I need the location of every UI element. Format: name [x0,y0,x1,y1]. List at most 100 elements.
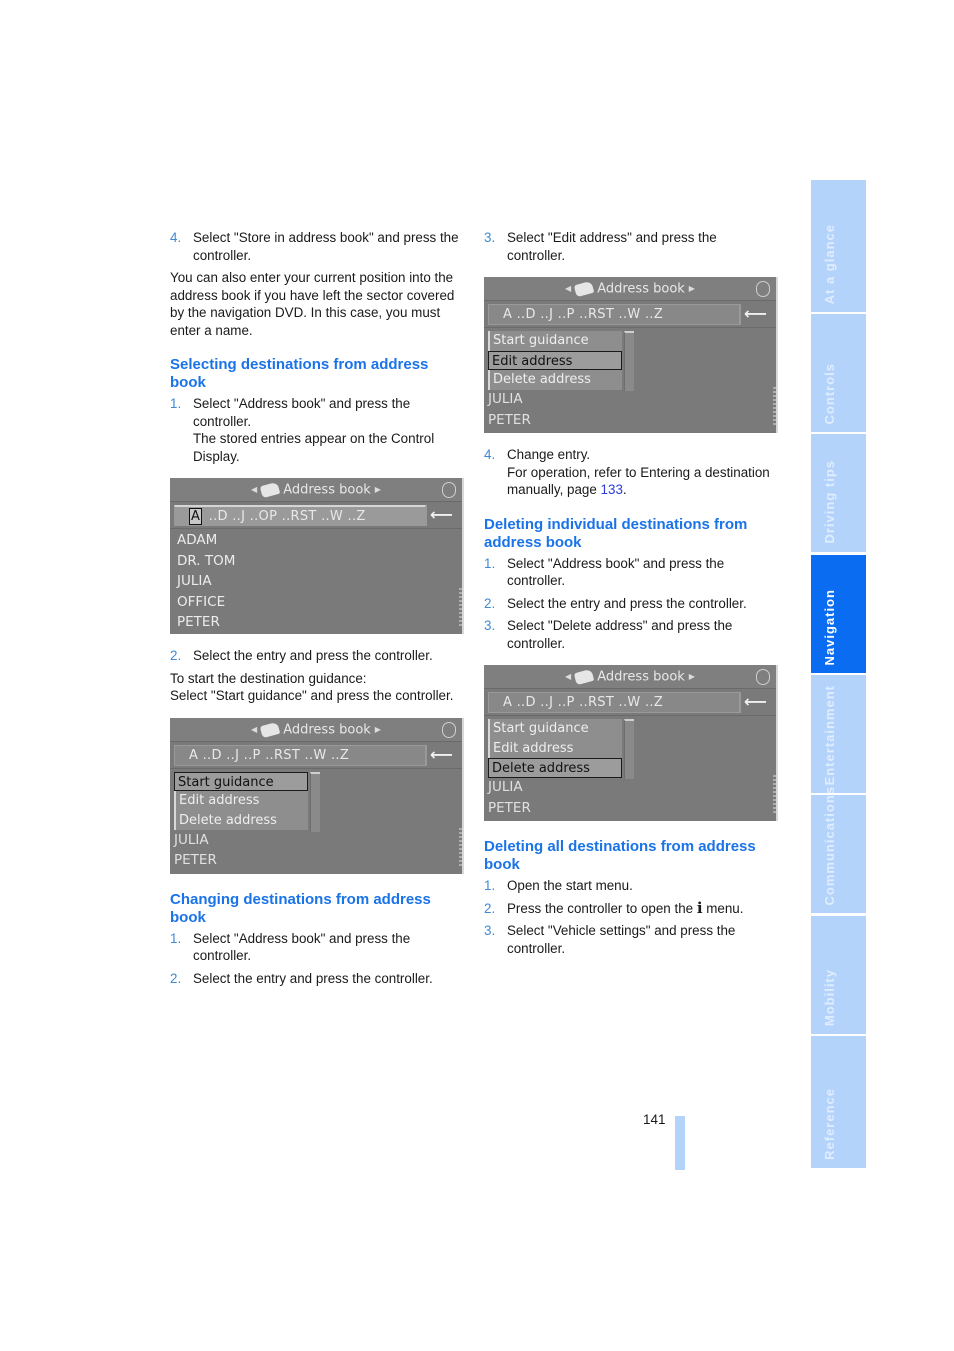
tab-communications[interactable]: Communications [811,786,866,913]
step-text: Select the entry and press the controlle… [193,648,433,663]
step-text: Open the start menu. [507,878,633,893]
back-icon: ⟵ [740,692,770,713]
page-marker-bar [675,1116,685,1170]
page-number: 141 [643,1112,666,1127]
chapter-tabs: At a glance Controls Driving tips Naviga… [811,180,866,1168]
step-number: 3. [484,923,496,938]
address-book-icon [573,668,595,686]
options-popup: Start guidance Edit address Delete addre… [488,331,634,393]
step-select-delete-address: 3. Select "Delete address" and press the… [484,617,776,652]
address-book-icon [573,280,595,298]
step-text: Select "Address book" and press the cont… [193,396,411,429]
step-text: Press the controller to open the [507,900,697,916]
tab-label: Navigation [822,588,837,665]
screen-titlebar: ◀ Address book ▶ [170,478,462,502]
step-select-entry: 2. Select the entry and press the contro… [170,647,462,665]
option-delete-address: Delete address [488,758,622,778]
step-text: Select "Vehicle settings" and press the … [507,923,736,956]
guidance-paragraph-1: To start the destination guidance: [170,670,367,686]
alphabet-bar: A ..D ..J ..P ..RST ..W ..Z [488,304,740,325]
step-note: For operation, refer to Entering a desti… [507,464,770,498]
tab-label: Controls [822,362,837,424]
heading-selecting-destinations: Selecting destinations from address book [170,356,429,391]
arrow-left-icon: ◀ [565,284,572,293]
back-icon: ⟵ [426,505,456,526]
options-popup: Start guidance Edit address Delete addre… [174,771,320,834]
list-item: PETER [174,852,217,868]
step-number: 4. [170,230,182,245]
popup-scrollbar [624,719,634,779]
controller-icon [756,281,770,297]
step-text: Change entry. [507,447,591,462]
options-popup: Start guidance Edit address Delete addre… [488,719,634,781]
heading-deleting-all: Deleting all destinations from address b… [484,838,756,873]
list-item: PETER [177,614,220,630]
alphabet-selected-letter: A [189,508,203,525]
arrow-left-icon: ◀ [565,672,572,681]
step-vehicle-settings: 3. Select "Vehicle settings" and press t… [484,922,776,957]
tab-driving-tips[interactable]: Driving tips [811,434,866,552]
step-number: 2. [170,970,182,986]
option-start-guidance: Start guidance [488,719,622,739]
step-number: 1. [484,555,496,571]
arrow-left-icon: ◀ [251,485,258,494]
list-item: JULIA [174,831,209,848]
tab-label: Driving tips [822,460,837,544]
step-text-suffix: menu. [702,900,744,916]
controller-icon [756,669,770,685]
controller-icon [442,721,456,738]
divider [170,767,462,769]
page-link[interactable]: 133 [601,482,623,497]
right-column: 3. Select "Edit address" and press the c… [484,229,778,962]
step-text: Select "Edit address" and press the cont… [507,230,717,263]
tab-entertainment[interactable]: Entertainment [811,675,866,793]
step-select-address-book: 1. Select "Address book" and press the c… [170,395,462,465]
screen-titlebar: ◀ Address book ▶ [484,277,776,301]
tab-label: Reference [822,1088,837,1160]
entry-list: JULIA PETER [174,830,217,871]
step-number: 1. [170,930,182,946]
image-code [459,588,462,628]
step-note: The stored entries appear on the Control… [193,431,435,464]
step-open-start-menu: 1. Open the start menu. [484,877,776,895]
divider [484,715,776,716]
screen-titlebar: ◀ Address book ▶ [170,717,462,742]
option-delete-address: Delete address [174,810,308,830]
heading-changing-destinations: Changing destinations from address book [170,890,431,926]
screen-title: Address book [283,722,371,737]
screen-start-guidance: ◀ Address book ▶ A ..D ..J ..P ..RST ..W .… [170,717,464,874]
alphabet-bar: A ..D ..J ..OP ..RST ..W ..Z [174,505,426,526]
list-item: JULIA [488,391,523,407]
step-number: 2. [170,648,182,663]
alphabet-rest: ..D ..J ..OP ..RST ..W ..Z [208,509,366,524]
list-item: DR. TOM [177,552,236,569]
popup-scrollbar [624,331,634,391]
alphabet-bar: A ..D ..J ..P ..RST ..W ..Z [488,692,740,713]
screen-delete-address: ◀ Address book ▶ A ..D ..J ..P ..RST ..W .… [484,665,778,821]
step-text: Select "Store in address book" and press… [193,230,459,263]
tab-mobility[interactable]: Mobility [811,916,866,1034]
arrow-right-icon: ▶ [374,485,381,494]
tab-controls[interactable]: Controls [811,314,866,432]
step-text: Select "Address book" and press the cont… [507,555,725,589]
tab-reference[interactable]: Reference [811,1036,866,1168]
option-edit-address: Edit address [174,791,308,811]
step-select-entry: 2. Select the entry and press the contro… [484,595,776,613]
list-item: JULIA [177,573,212,589]
arrow-right-icon: ▶ [688,672,695,681]
tab-at-a-glance[interactable]: At a glance [811,180,866,312]
screen-title: Address book [597,281,685,297]
step-number: 4. [484,447,496,462]
tab-label: At a glance [822,223,837,304]
option-start-guidance: Start guidance [174,771,308,791]
address-book-icon [259,481,281,499]
divider [170,528,462,529]
heading-deleting-individual: Deleting individual destinations from ad… [484,515,748,551]
intro-paragraph: You can also enter your current position… [170,270,455,338]
step-number: 3. [484,618,496,633]
image-code [773,775,776,815]
alphabet-bar: A ..D ..J ..P ..RST ..W ..Z [174,744,426,766]
tab-label: Entertainment [822,684,837,785]
screen-edit-address: ◀ Address book ▶ A ..D ..J ..P ..RST ..W .… [484,277,778,433]
tab-navigation[interactable]: Navigation [811,555,866,673]
